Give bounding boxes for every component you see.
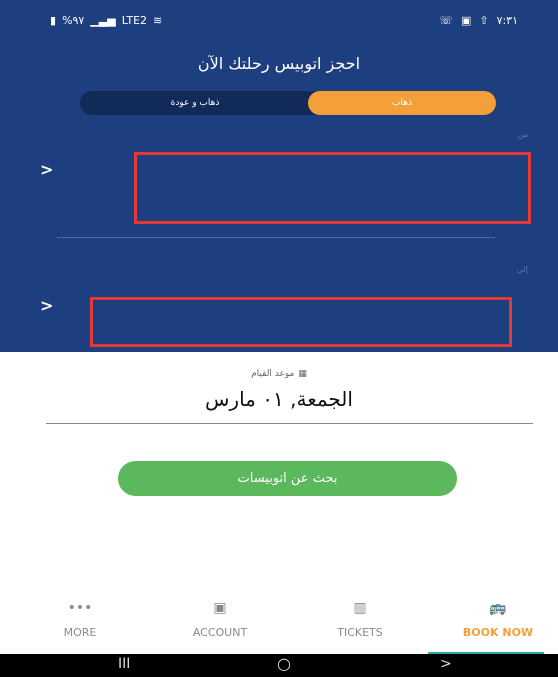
search-buses-button[interactable]: بحث عن اتوبيسات	[118, 461, 457, 496]
to-station-field[interactable]	[90, 297, 512, 347]
departure-date[interactable]: الجمعة, ٠١ مارس	[0, 387, 558, 411]
nav-tickets[interactable]: ▥ TICKETS	[310, 596, 410, 652]
clock: ٧:٣١	[496, 14, 518, 27]
battery-level: %٩٧	[62, 14, 85, 27]
battery-icon: ▮	[50, 14, 57, 27]
recents-icon[interactable]: III	[118, 656, 130, 672]
wifi-icon: ≋	[153, 14, 163, 27]
nav-account-label: ACCOUNT	[192, 626, 248, 639]
status-bar: ▮ %٩٧ ▁▃▅ LTE2 ≋ ☏ ▣ ⇧ ٧:٣١	[0, 0, 558, 34]
more-icon: •••	[67, 600, 93, 616]
calendar-icon: ▦	[298, 369, 307, 379]
nav-tickets-label: TICKETS	[337, 626, 383, 639]
call-icon: ☏	[439, 14, 453, 27]
nav-more-label: MORE	[63, 626, 97, 639]
to-label: إلى	[516, 265, 528, 274]
gallery-icon: ▣	[460, 14, 472, 27]
back-icon[interactable]: >	[440, 656, 452, 672]
nav-more[interactable]: ••• MORE	[40, 596, 120, 652]
departure-label-row: موعد القيام ▦	[0, 369, 558, 379]
network-type: LTE2	[121, 14, 148, 27]
signal-icon: ▁▃▅	[90, 14, 116, 27]
trip-type-toggle: ذهاب و عودة ذهاب	[80, 91, 496, 115]
bottom-nav: ••• MORE ▣ ACCOUNT ▥ TICKETS 🚌 BOOK NOW	[0, 596, 558, 652]
upload-icon: ⇧	[479, 14, 489, 27]
page-title: احجز اتوبيس رحلتك الآن	[197, 54, 361, 73]
account-icon: ▣	[213, 600, 227, 616]
from-chevron-icon[interactable]: >	[40, 160, 53, 179]
nav-book-now[interactable]: 🚌 BOOK NOW	[440, 596, 556, 652]
departure-label: موعد القيام	[251, 369, 295, 379]
to-chevron-icon[interactable]: >	[40, 296, 53, 315]
from-divider	[57, 237, 495, 238]
home-icon[interactable]: ○	[277, 654, 291, 673]
from-station-field[interactable]	[134, 152, 531, 224]
round-trip-option[interactable]: ذهاب و عودة	[80, 91, 310, 115]
ticket-icon: ▥	[353, 600, 367, 616]
date-divider	[46, 423, 533, 424]
one-way-option[interactable]: ذهاب	[308, 91, 496, 115]
from-label: من	[517, 130, 528, 139]
bus-icon: 🚌	[489, 600, 507, 616]
system-nav-bar: III ○ >	[0, 654, 558, 677]
nav-account[interactable]: ▣ ACCOUNT	[170, 596, 270, 652]
nav-book-now-label: BOOK NOW	[462, 626, 534, 639]
